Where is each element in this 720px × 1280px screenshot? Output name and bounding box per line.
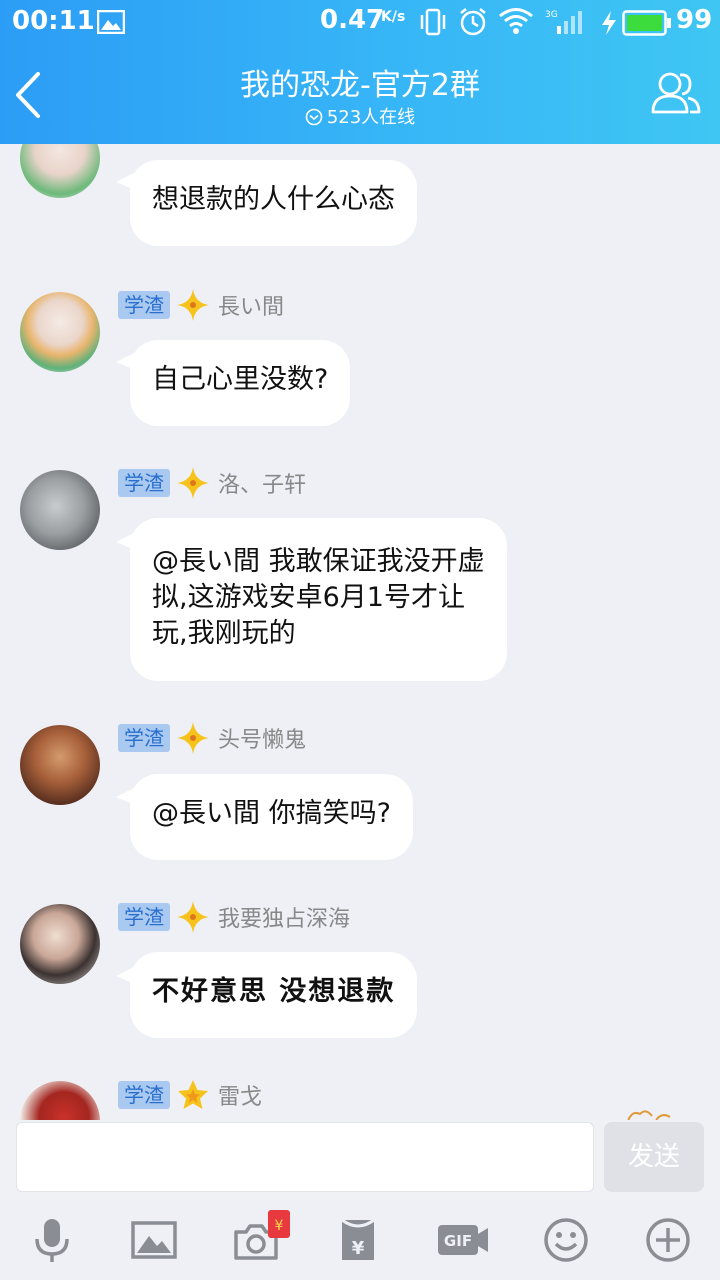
sender-nickname[interactable]: 長い間 [218,289,284,321]
redpacket-badge-icon: ¥ [268,1210,290,1238]
member-title-badge: 学渣 [118,469,170,497]
svg-text:¥: ¥ [352,1238,365,1259]
rank-diamond-icon [177,467,209,499]
gallery-notification-icon [97,10,125,34]
alarm-icon [460,8,486,36]
message-list[interactable]: 想退款的人什么心态 学渣 長い間 自己心里没数? 学渣 洛、子轩 @長い間 我敢… [0,144,720,1120]
status-bar: 00:11 0.47 K/s 3G 99 [0,0,720,46]
message-bubble[interactable]: 想退款的人什么心态 [130,160,417,246]
wifi-icon [499,8,533,34]
svg-text:GIF: GIF [444,1232,472,1250]
online-count-label: 523人在线 [326,107,416,128]
member-title-badge: 学渣 [118,291,170,319]
sender-meta: 学渣 雷戈 [118,1080,262,1110]
network-speed: 0.47 [320,5,385,35]
sender-meta: 学渣 头号懒鬼 [118,722,306,754]
message-text-line: 玩,我刚玩的 [152,618,296,649]
emoji-icon[interactable] [542,1216,590,1264]
rank-diamond-icon [177,901,209,933]
avatar[interactable] [20,904,100,984]
message-bubble[interactable]: 不好意思 没想退款 [130,952,418,1038]
avatar[interactable] [20,725,100,805]
image-icon[interactable] [130,1216,178,1264]
chevron-down-icon [305,108,323,126]
rank-star-icon [178,1080,208,1109]
online-count[interactable]: 523人在线 [0,103,720,129]
member-title-badge: 学渣 [118,1081,170,1109]
plus-icon[interactable] [644,1216,692,1264]
status-time: 00:11 [12,6,95,36]
mic-icon[interactable] [28,1216,76,1264]
message-text: @長い間 你搞笑吗? [152,798,391,829]
member-title-badge: 学渣 [118,724,170,752]
cell-signal-icon: 3G [545,10,582,34]
avatar[interactable] [20,144,100,198]
message-text: 不好意思 没想退款 [152,976,396,1007]
sender-nickname[interactable]: 头号懒鬼 [218,722,306,754]
rank-diamond-icon [177,289,209,321]
sender-nickname[interactable]: 雷戈 [218,1079,262,1111]
group-members-icon[interactable] [650,68,702,118]
sender-meta: 学渣 洛、子轩 [118,467,306,499]
message-input[interactable] [16,1122,594,1192]
rank-diamond-icon [177,722,209,754]
chat-header: 00:11 0.47 K/s 3G 99 我的恐龙-官方2群 523人在线 [0,0,720,144]
sender-meta: 学渣 長い間 [118,289,284,321]
message-bubble[interactable]: @長い間 我敢保证我没开虚 拟,这游戏安卓6月1号才让 玩,我刚玩的 [130,518,507,681]
composer: 发送 [0,1120,720,1200]
avatar[interactable] [20,470,100,550]
network-speed-unit: K/s [381,9,406,25]
avatar[interactable] [20,292,100,372]
group-title: 我的恐龙-官方2群 [240,68,480,103]
redpacket-icon[interactable]: ¥ [334,1216,382,1264]
avatar[interactable] [20,1081,100,1120]
message-bubble[interactable]: @長い間 你搞笑吗? [130,774,413,860]
composer-toolbar: ¥ ¥ GIF [0,1200,720,1280]
message-bubble[interactable]: 自己心里没数? [130,340,351,426]
sender-nickname[interactable]: 洛、子轩 [218,467,306,499]
svg-text:¥: ¥ [275,1218,284,1234]
sender-nickname[interactable]: 我要独占深海 [218,901,350,933]
message-text-line: 拟,这游戏安卓6月1号才让 [152,582,465,613]
member-title-badge: 学渣 [118,903,170,931]
message-text: 想退款的人什么心态 [152,184,395,215]
sender-meta: 学渣 我要独占深海 [118,901,350,933]
vibrate-icon [420,8,446,36]
message-text-line: @長い間 我敢保证我没开虚 [152,546,485,577]
charging-icon [602,11,616,35]
battery-icon [622,10,671,36]
message-text: 自己心里没数? [152,364,329,395]
svg-text:3G: 3G [545,10,558,20]
send-button[interactable]: 发送 [604,1122,704,1192]
gif-icon[interactable]: GIF [436,1216,490,1264]
battery-percent: 99 [676,5,713,35]
